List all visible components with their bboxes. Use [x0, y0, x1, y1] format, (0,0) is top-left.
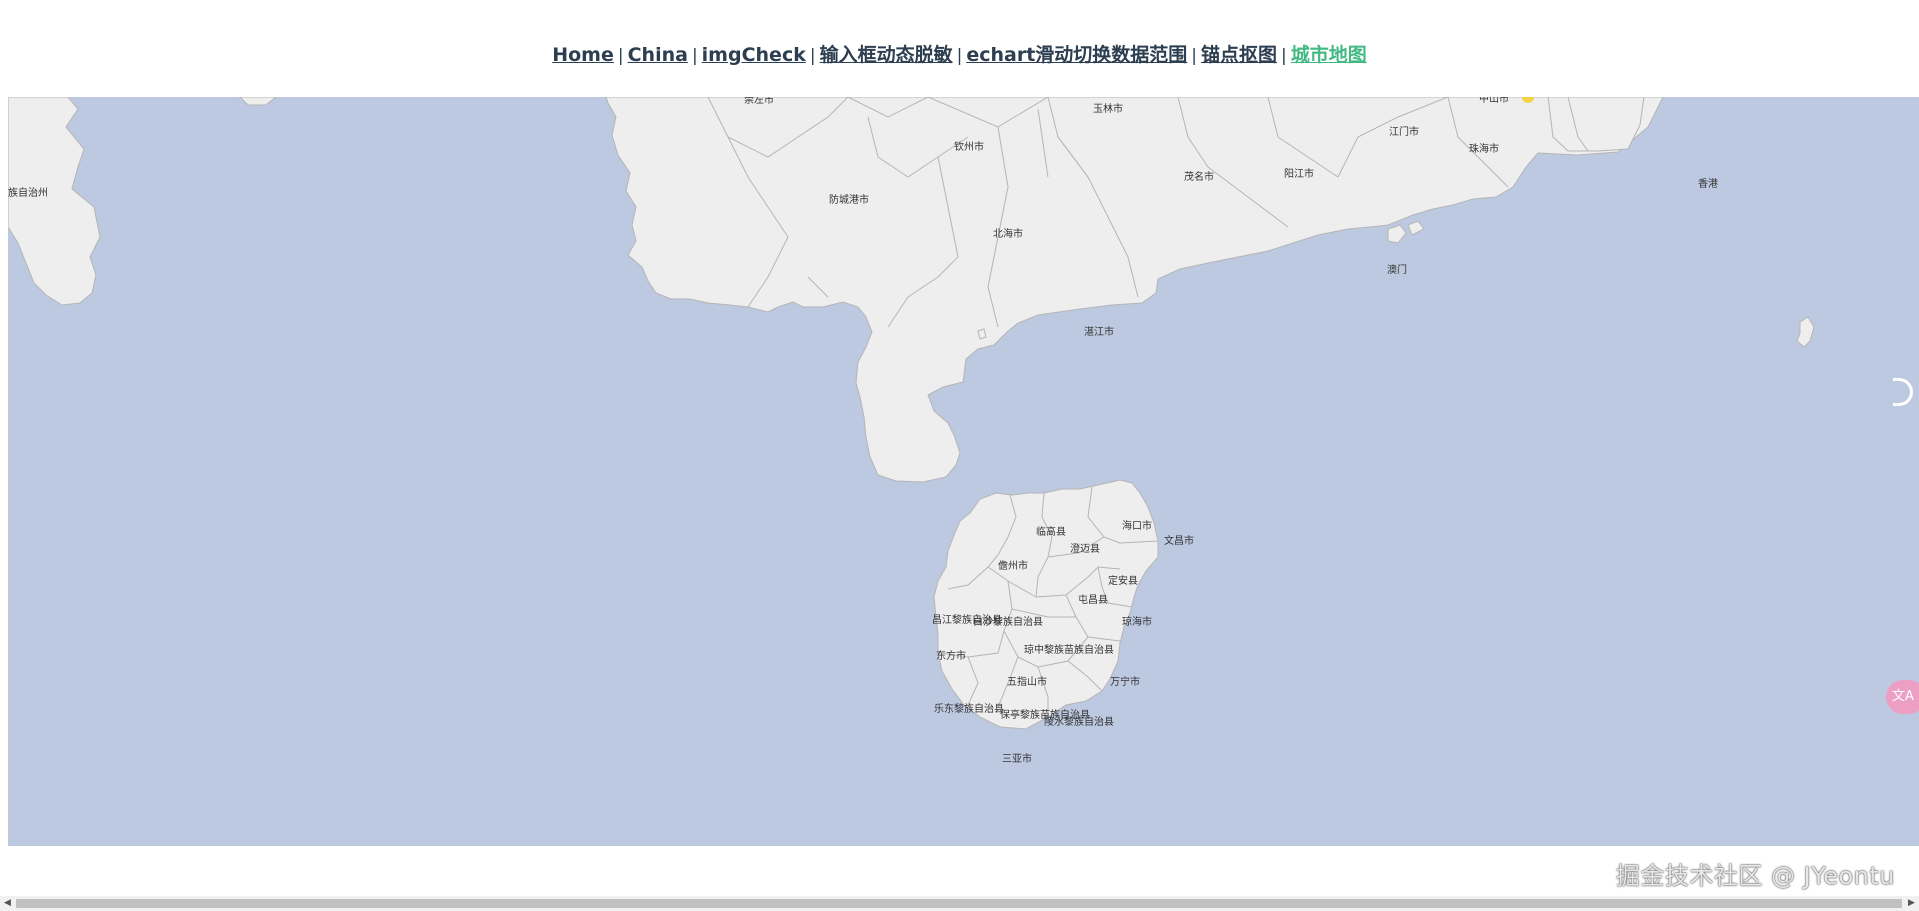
nav-separator: | [956, 46, 963, 66]
city-label-zhuhai[interactable]: 珠海市 [1469, 142, 1499, 155]
scroll-right-icon[interactable]: ▶ [1904, 896, 1919, 911]
nav-link-china[interactable]: China [628, 44, 688, 66]
nav-link-input-mask[interactable]: 输入框动态脱敏 [820, 44, 953, 66]
city-label-beihai[interactable]: 北海市 [993, 227, 1023, 240]
city-label-fangchenggang[interactable]: 防城港市 [829, 193, 869, 206]
city-label-lingao[interactable]: 临高县 [1036, 525, 1066, 538]
map-canvas[interactable]: 崇左市 玉林市 中山市 江门市 珠海市 钦州市 茂名市 阳江市 香港 防城港市 … [8, 97, 1919, 846]
region-hongkong[interactable] [1547, 97, 1645, 152]
city-label-tunchang[interactable]: 屯昌县 [1078, 593, 1108, 606]
city-label-qinzhou[interactable]: 钦州市 [954, 140, 984, 153]
scroll-left-icon[interactable]: ◀ [0, 896, 15, 911]
nav-separator: | [691, 46, 698, 66]
nav-separator: | [1281, 46, 1287, 66]
city-label-yangjiang[interactable]: 阳江市 [1284, 167, 1314, 180]
city-label-jiangmen[interactable]: 江门市 [1389, 125, 1419, 138]
city-label-wuzhishan[interactable]: 五指山市 [1007, 675, 1047, 688]
city-label-sanya[interactable]: 三亚市 [1002, 752, 1032, 765]
city-label-ledong[interactable]: 乐东黎族自治县 [934, 702, 1004, 715]
horizontal-scrollbar[interactable]: ◀ ▶ [0, 896, 1919, 911]
nav-link-anchor-cutout[interactable]: 锚点抠图 [1201, 44, 1277, 66]
nav-link-imgcheck[interactable]: imgCheck [702, 44, 806, 66]
nav-link-echart-range[interactable]: echart滑动切换数据范围 [966, 44, 1187, 66]
city-label-dingan[interactable]: 定安县 [1108, 574, 1138, 587]
top-nav: Home | China | imgCheck | 输入框动态脱敏 | echart滑动切换数据… [0, 40, 1919, 67]
city-label-haikou[interactable]: 海口市 [1122, 519, 1152, 532]
city-label-yulin[interactable]: 玉林市 [1093, 102, 1123, 115]
city-label-chongzuo[interactable]: 崇左市 [744, 97, 774, 106]
nav-separator: | [617, 46, 624, 66]
nav-separator: | [1191, 46, 1198, 66]
city-label-qiongzhong[interactable]: 琼中黎族苗族自治县 [1024, 643, 1114, 656]
city-label-wanning[interactable]: 万宁市 [1110, 675, 1140, 688]
city-label-maoming[interactable]: 茂名市 [1184, 170, 1214, 183]
city-label-baisha[interactable]: 白沙黎族自治县 [973, 615, 1043, 628]
nav-link-home[interactable]: Home [552, 44, 614, 66]
nav-separator: | [809, 46, 816, 66]
city-label-qionghai[interactable]: 琼海市 [1122, 615, 1152, 628]
city-label-lingshui[interactable]: 陵水黎族自治县 [1044, 715, 1114, 728]
city-label-dongfang[interactable]: 东方市 [936, 649, 966, 662]
city-label-chengmai[interactable]: 澄迈县 [1070, 542, 1100, 555]
city-label-hongkong[interactable]: 香港 [1698, 178, 1718, 190]
city-map[interactable]: 崇左市 玉林市 中山市 江门市 珠海市 钦州市 茂名市 阳江市 香港 防城港市 … [8, 97, 1919, 846]
island-small-1[interactable] [977, 328, 987, 340]
city-label-zhongshan[interactable]: 中山市 [1479, 97, 1509, 105]
city-label-zizhizhou[interactable]: 族自治州 [8, 186, 48, 199]
city-label-wenchang[interactable]: 文昌市 [1164, 534, 1194, 547]
translate-icon[interactable]: 文A [1886, 680, 1919, 714]
nav-link-city-map[interactable]: 城市地图 [1291, 44, 1367, 66]
scrollbar-thumb[interactable] [16, 899, 1902, 908]
watermark: 掘金技术社区 @ JYeontu [1615, 862, 1895, 890]
page: Home | China | imgCheck | 输入框动态脱敏 | echart滑动切换数据… [0, 0, 1919, 911]
city-label-danzhou[interactable]: 儋州市 [998, 559, 1028, 572]
city-label-macau[interactable]: 澳门 [1387, 263, 1407, 276]
city-label-zhanjiang[interactable]: 湛江市 [1084, 325, 1114, 338]
